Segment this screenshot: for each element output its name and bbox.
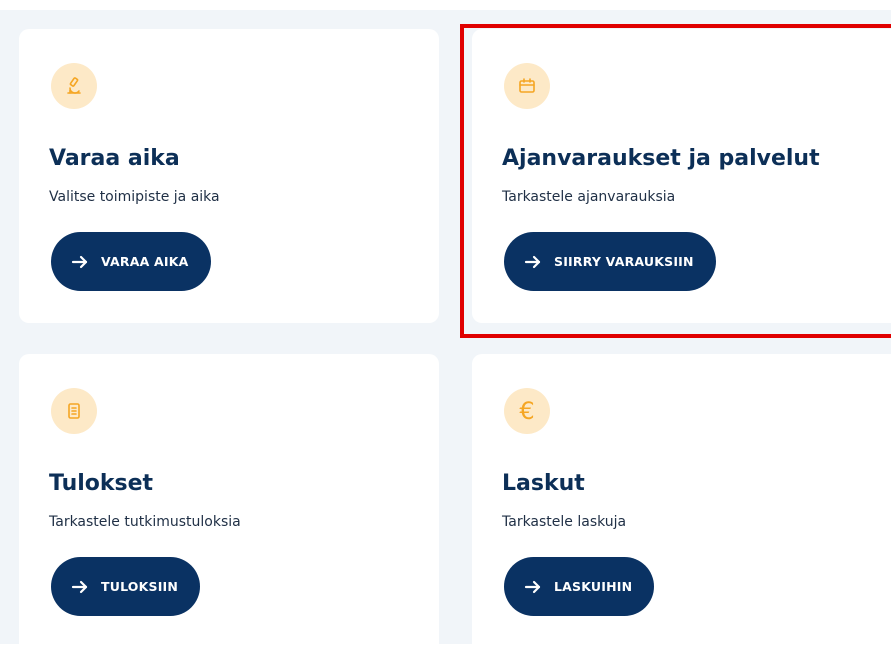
card-invoices: € Laskut Tarkastele laskuja LASKUIHIN <box>472 354 891 654</box>
card-title: Varaa aika <box>49 146 180 171</box>
arrow-right-icon <box>524 580 542 594</box>
card-description: Tarkastele laskuja <box>502 514 627 530</box>
arrow-right-icon <box>71 580 89 594</box>
calendar-icon <box>504 63 550 109</box>
card-appointments-services: Ajanvaraukset ja palvelut Tarkastele aja… <box>472 29 891 323</box>
card-title: Ajanvaraukset ja palvelut <box>502 146 820 171</box>
euro-icon: € <box>504 388 550 434</box>
go-to-bookings-button[interactable]: SIIRRY VARAUKSIIN <box>504 232 716 291</box>
card-description: Valitse toimipiste ja aika <box>49 189 220 205</box>
arrow-right-icon <box>71 255 89 269</box>
euro-glyph: € <box>519 397 535 425</box>
invoices-button[interactable]: LASKUIHIN <box>504 557 655 616</box>
document-icon <box>51 388 97 434</box>
card-description: Tarkastele tutkimustuloksia <box>49 514 241 530</box>
card-results: Tulokset Tarkastele tutkimustuloksia TUL… <box>19 354 439 654</box>
card-title: Tulokset <box>49 471 154 496</box>
results-button[interactable]: TULOKSIIN <box>51 557 201 616</box>
button-label: TULOKSIIN <box>101 579 179 594</box>
card-title: Laskut <box>502 471 585 496</box>
arrow-right-icon <box>524 255 542 269</box>
microscope-icon <box>51 63 97 109</box>
button-label: LASKUIHIN <box>554 579 633 594</box>
button-label: SIIRRY VARAUKSIIN <box>554 254 694 269</box>
book-appointment-button[interactable]: VARAA AIKA <box>51 232 211 291</box>
button-label: VARAA AIKA <box>101 254 189 269</box>
card-book-appointment: Varaa aika Valitse toimipiste ja aika VA… <box>19 29 439 323</box>
card-description: Tarkastele ajanvarauksia <box>502 189 676 205</box>
